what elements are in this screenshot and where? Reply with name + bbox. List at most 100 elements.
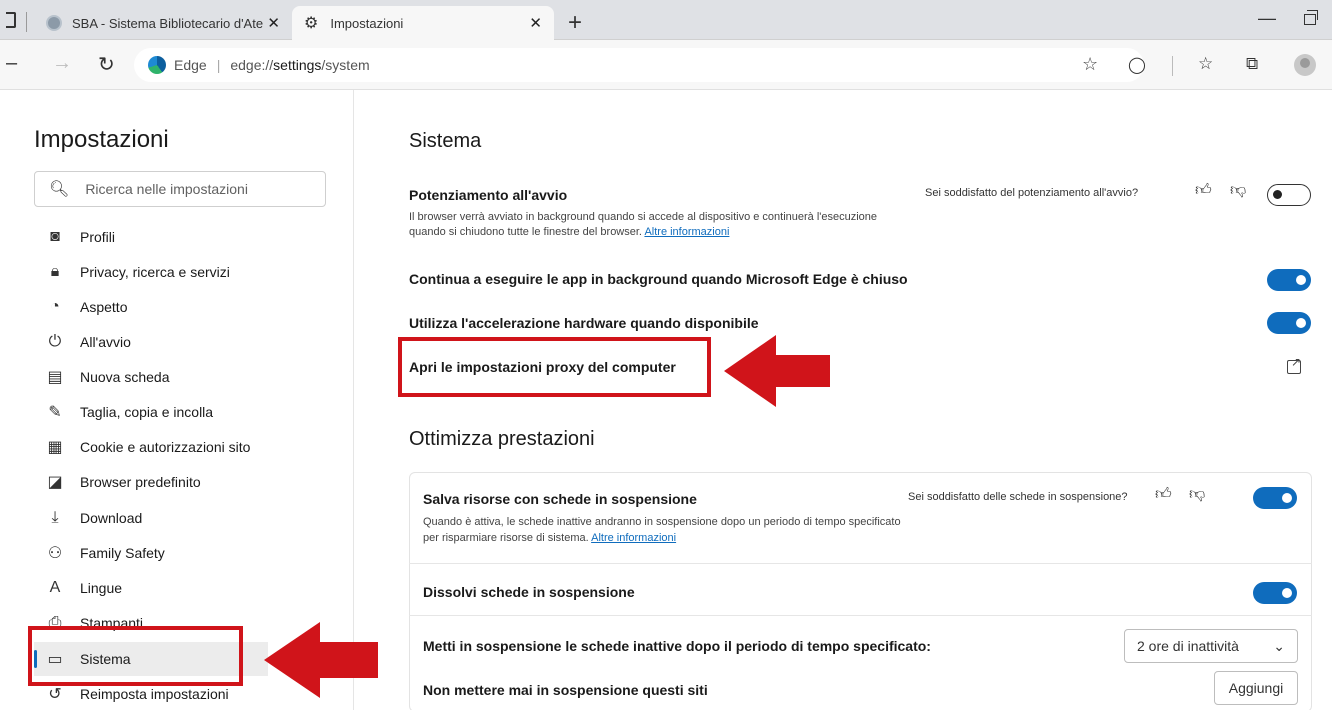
startup-boost-description: Il browser verrà avviato in background q… xyxy=(409,211,878,238)
browser-label: Edge xyxy=(174,57,207,73)
tab-impostazioni[interactable]: ⚙ Impostazioni ✕ xyxy=(292,6,554,40)
power-icon: ⏻ xyxy=(48,333,62,350)
sidebar-item-label: Privacy, ricerca e servizi xyxy=(80,264,230,280)
divider xyxy=(409,563,1312,564)
sidebar-item-label: Lingue xyxy=(80,580,123,596)
sidebar-item-family-safety[interactable]: ⚇ Family Safety xyxy=(44,536,344,570)
sidebar-item-label: Cookie e autorizzazioni sito xyxy=(80,439,251,455)
sidebar-item-label: Browser predefinito xyxy=(80,474,201,490)
tab-sba[interactable]: SBA - Sistema Bibliotecario d'Ate ✕ xyxy=(32,6,292,40)
section-title-sistema: Sistema xyxy=(409,130,482,152)
back-icon[interactable]: – xyxy=(6,52,17,75)
tab-title: Impostazioni xyxy=(330,15,404,31)
divider xyxy=(409,615,1312,616)
sidebar-item-label: Reimposta impostazioni xyxy=(80,686,229,702)
sleep-after-title: Metti in sospensione le schede inattive … xyxy=(423,638,931,654)
settings-sidebar: Impostazioni 🔍︎ Ricerca nelle impostazio… xyxy=(0,90,354,710)
sidebar-item-label: Aspetto xyxy=(80,299,128,315)
sidebar-item-download[interactable]: ⤓ Download xyxy=(44,501,344,535)
minimize-icon[interactable]: — xyxy=(1258,8,1276,29)
family-icon: ⚇ xyxy=(47,545,63,562)
external-link-icon[interactable] xyxy=(1287,355,1301,374)
thumbs-up-icon[interactable]: 👍︎ xyxy=(1155,485,1172,504)
sidebar-item-label: All'avvio xyxy=(80,334,131,350)
add-favorite-icon[interactable]: ☆ xyxy=(1082,54,1098,75)
sleep-after-select[interactable]: 2 ore di inattività ⌄ xyxy=(1124,629,1298,663)
annotation-arrow-proxy xyxy=(724,335,830,407)
toolbar-separator xyxy=(1172,56,1173,76)
sidebar-item-label: Download xyxy=(80,510,143,526)
new-tab-button[interactable]: + xyxy=(568,9,582,37)
sidebar-item-label: Profili xyxy=(80,229,116,245)
thumbs-down-icon[interactable]: 👎︎ xyxy=(1189,485,1205,504)
background-apps-title: Continua a eseguire le app in background… xyxy=(409,271,908,287)
sidebar-item-aspetto[interactable]: ◔ Aspetto xyxy=(44,290,344,324)
profile-icon: ◙ xyxy=(50,228,60,245)
sidebar-item-profili[interactable]: ◙ Profili xyxy=(44,220,344,254)
avatar[interactable] xyxy=(1294,54,1316,76)
search-input[interactable]: 🔍︎ Ricerca nelle impostazioni xyxy=(34,171,326,207)
hardware-accel-title: Utilizza l'accelerazione hardware quando… xyxy=(409,315,759,331)
language-icon: A xyxy=(49,579,61,596)
tab-separator xyxy=(26,12,27,32)
sleeping-tabs-feedback: Sei soddisfatto delle schede in sospensi… xyxy=(908,491,1128,503)
cookie-icon: ▦ xyxy=(47,439,63,456)
sleeping-tabs-title: Salva risorse con schede in sospensione xyxy=(423,491,697,507)
sleeping-tabs-toggle[interactable] xyxy=(1253,487,1297,509)
palette-icon: ◔ xyxy=(50,298,60,315)
page-title: Impostazioni xyxy=(34,126,169,153)
learn-more-link[interactable]: Altre informazioni xyxy=(644,226,729,238)
url-text: edge://settings/system xyxy=(230,57,370,73)
section-title-performance: Ottimizza prestazioni xyxy=(409,428,595,450)
thumbs-up-icon[interactable]: 👍︎ xyxy=(1195,181,1212,200)
forward-icon[interactable]: → xyxy=(52,52,72,75)
sidebar-item-label: Family Safety xyxy=(80,545,165,561)
reset-icon: ↺ xyxy=(48,686,62,703)
edge-logo-icon xyxy=(148,56,166,74)
refresh-icon[interactable]: ↻ xyxy=(98,52,115,77)
sidebar-item-label: Nuova scheda xyxy=(80,369,170,385)
search-icon: 🔍︎ xyxy=(49,181,70,198)
settings-main: Sistema Potenziamento all'avvio Il brows… xyxy=(355,90,1332,710)
favorites-icon[interactable]: ☆ xyxy=(1198,54,1213,74)
restore-icon[interactable] xyxy=(1304,10,1318,25)
background-apps-toggle[interactable] xyxy=(1267,269,1311,291)
close-icon[interactable]: ✕ xyxy=(267,14,280,32)
sidebar-item-taglia-copia[interactable]: ✎ Taglia, copia e incolla xyxy=(44,395,344,429)
select-value: 2 ore di inattività xyxy=(1137,638,1239,654)
address-bar[interactable]: Edge | edge://settings/system xyxy=(134,48,1144,82)
thumbs-down-icon[interactable]: 👎︎ xyxy=(1230,181,1246,200)
sidebar-item-label: Taglia, copia e incolla xyxy=(80,404,214,420)
fade-tabs-title: Dissolvi schede in sospensione xyxy=(423,584,635,600)
annotation-highlight-proxy xyxy=(398,337,711,397)
startup-boost-toggle[interactable] xyxy=(1267,184,1311,206)
learn-more-link[interactable]: Altre informazioni xyxy=(591,532,676,544)
sidebar-item-nuova-scheda[interactable]: ▤ Nuova scheda xyxy=(44,360,344,394)
hardware-accel-toggle[interactable] xyxy=(1267,312,1311,334)
collections-icon[interactable]: ⧉ xyxy=(1246,54,1258,74)
sidebar-item-lingue[interactable]: A Lingue xyxy=(44,571,344,605)
tab-title: SBA - Sistema Bibliotecario d'Ate xyxy=(72,15,264,31)
tab-strip: SBA - Sistema Bibliotecario d'Ate ✕ ⚙ Im… xyxy=(0,0,1332,40)
fade-tabs-toggle[interactable] xyxy=(1253,582,1297,604)
startup-boost-title: Potenziamento all'avvio xyxy=(409,187,568,203)
close-icon[interactable]: ✕ xyxy=(529,14,542,32)
search-placeholder: Ricerca nelle impostazioni xyxy=(85,181,248,197)
extension-icon[interactable]: ◯ xyxy=(1128,55,1146,75)
never-sleep-title: Non mettere mai in sospensione questi si… xyxy=(423,682,708,698)
download-icon: ⤓ xyxy=(51,509,59,526)
gear-icon: ⚙ xyxy=(304,15,319,32)
sba-favicon-icon xyxy=(46,15,62,31)
sidebar-item-cookie[interactable]: ▦ Cookie e autorizzazioni sito xyxy=(44,430,344,464)
default-browser-icon: ◪ xyxy=(47,474,63,491)
new-tab-icon: ▤ xyxy=(47,369,63,386)
sidebar-item-browser-predefinito[interactable]: ◪ Browser predefinito xyxy=(44,465,344,499)
add-site-button[interactable]: Aggiungi xyxy=(1214,671,1298,705)
navigation-bar: – → ↻ Edge | edge://settings/system ☆ ◯ … xyxy=(0,40,1332,90)
tab-actions-icon[interactable] xyxy=(6,12,16,28)
startup-boost-feedback: Sei soddisfatto del potenziamento all'av… xyxy=(925,187,1139,199)
lock-icon: 🔒︎ xyxy=(50,263,60,280)
sidebar-item-avvio[interactable]: ⏻ All'avvio xyxy=(44,325,344,359)
annotation-arrow-sistema xyxy=(264,622,378,698)
sidebar-item-privacy[interactable]: 🔒︎ Privacy, ricerca e servizi xyxy=(44,255,344,289)
